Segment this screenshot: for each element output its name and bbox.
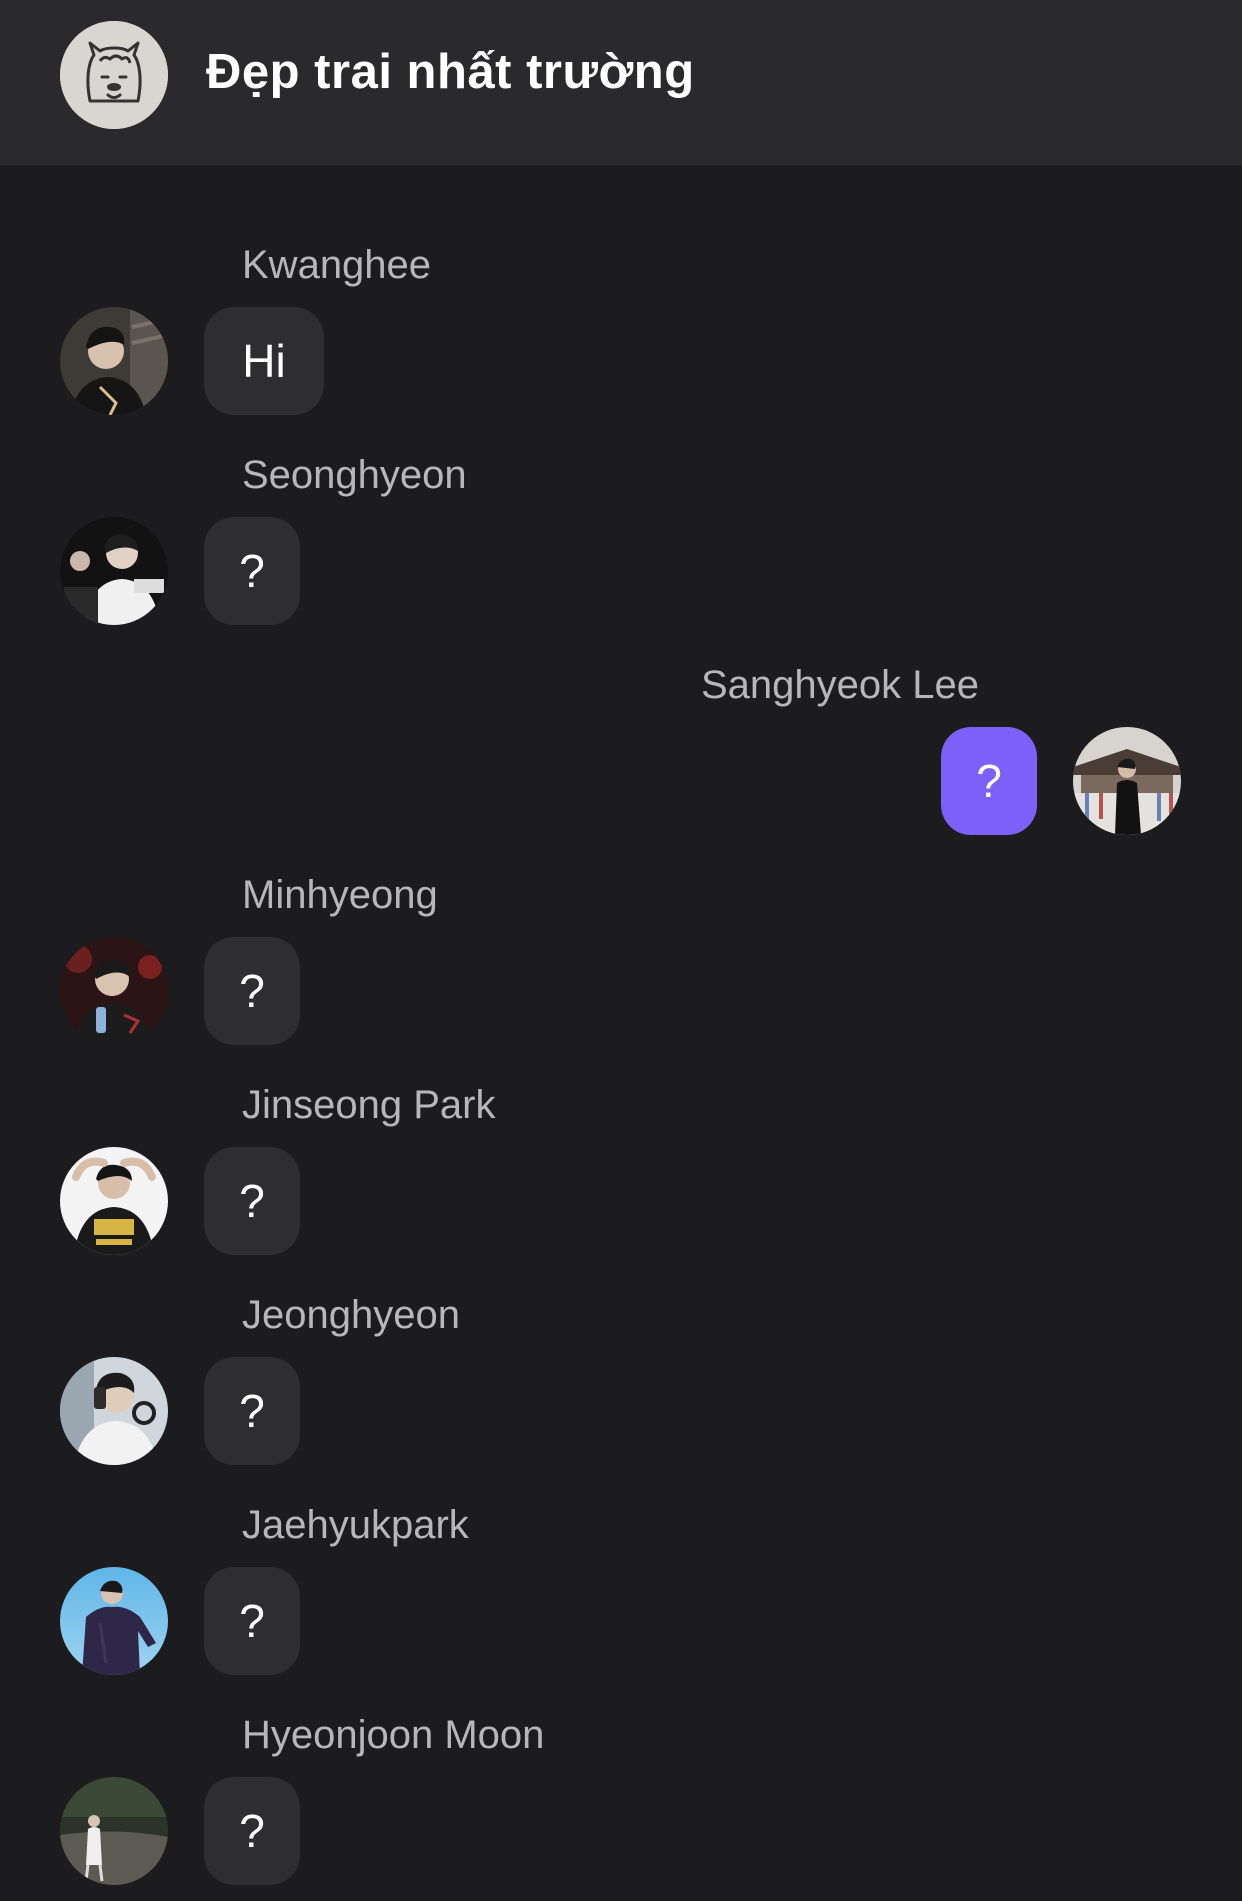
message-bubble[interactable]: ? [204, 1147, 300, 1255]
sender-name: Jaehyukpark [242, 1503, 469, 1547]
message-bubble[interactable]: ? [204, 517, 300, 625]
message-list[interactable]: Kwanghee Hi Seonghyeon ? Sanghyeok Lee ?… [0, 165, 1242, 1901]
avatar[interactable] [60, 937, 168, 1045]
my-avatar[interactable] [1073, 727, 1181, 835]
sender-name: Jeonghyeon [242, 1293, 460, 1337]
message-bubble[interactable]: ? [204, 1777, 300, 1885]
avatar[interactable] [60, 1357, 168, 1465]
message-bubble[interactable]: ? [204, 937, 300, 1045]
avatar[interactable] [60, 1567, 168, 1675]
message-bubble[interactable]: ? [204, 1357, 300, 1465]
llama-face-icon [60, 21, 168, 129]
sender-name: Jinseong Park [242, 1083, 496, 1127]
sender-name: Hyeonjoon Moon [242, 1713, 545, 1757]
chat-header: Đẹp trai nhất trường [0, 0, 1242, 165]
group-avatar[interactable] [60, 21, 168, 129]
sender-name: Seonghyeon [242, 453, 467, 497]
sender-name: Minhyeong [242, 873, 438, 917]
message-bubble[interactable]: Hi [204, 307, 324, 415]
avatar[interactable] [60, 1147, 168, 1255]
message-bubble[interactable]: ? [204, 1567, 300, 1675]
avatar[interactable] [60, 517, 168, 625]
sender-name: Sanghyeok Lee [701, 663, 980, 707]
avatar[interactable] [60, 1777, 168, 1885]
my-message-bubble[interactable]: ? [941, 727, 1037, 835]
sender-name: Kwanghee [242, 243, 432, 287]
group-title: Đẹp trai nhất trường [206, 45, 695, 99]
avatar[interactable] [60, 307, 168, 415]
